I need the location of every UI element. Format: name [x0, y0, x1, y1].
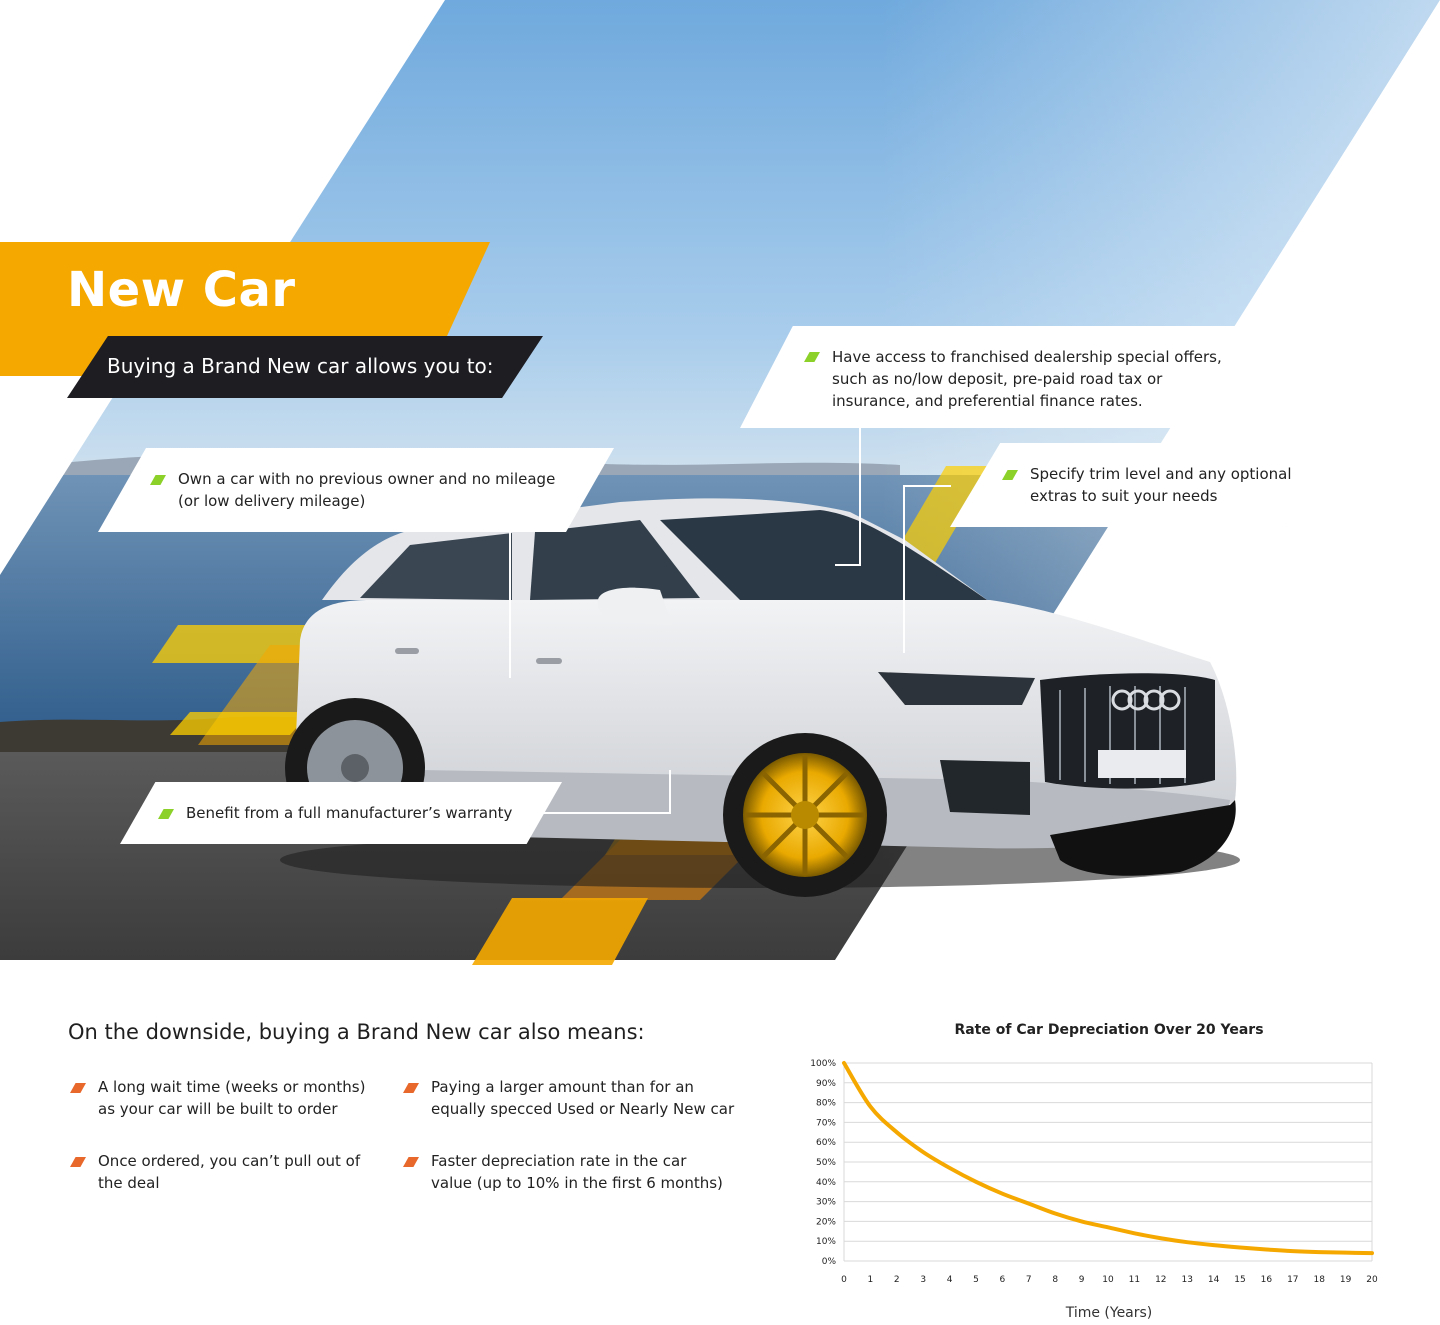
y-tick-label: 30% [816, 1198, 836, 1208]
y-tick-label: 80% [816, 1099, 836, 1109]
orange-bullet-icon [403, 1083, 419, 1093]
y-tick-label: 0% [822, 1257, 837, 1267]
hero-section: New Car Buying a Brand New car allows yo… [0, 0, 1440, 965]
x-tick-label: 2 [894, 1275, 900, 1285]
benefit-text: Have access to franchised dealership spe… [832, 348, 1222, 410]
chart-title: Rate of Car Depreciation Over 20 Years [954, 1022, 1264, 1038]
connector-line [509, 530, 511, 678]
downside-item: Faster depreciation rate in the car valu… [431, 1152, 723, 1192]
x-tick-label: 9 [1079, 1275, 1085, 1285]
connector-line [835, 428, 861, 566]
x-tick-label: 14 [1208, 1275, 1220, 1285]
x-tick-label: 16 [1261, 1275, 1273, 1285]
y-tick-label: 50% [816, 1158, 836, 1168]
downside-item: A long wait time (weeks or months) as yo… [98, 1078, 366, 1118]
connector-line [903, 485, 951, 653]
x-tick-label: 20 [1366, 1275, 1378, 1285]
benefit-text: Own a car with no previous owner and no … [178, 470, 556, 510]
downside-item: Once ordered, you can’t pull out of the … [98, 1152, 361, 1192]
y-tick-label: 40% [816, 1178, 836, 1188]
page-subtitle: Buying a Brand New car allows you to: [107, 354, 494, 378]
y-tick-label: 10% [816, 1237, 836, 1247]
orange-bullet-icon [403, 1157, 419, 1167]
benefit-text: Benefit from a full manufacturer’s warra… [186, 804, 513, 822]
downside-item: Paying a larger amount than for an equal… [431, 1078, 735, 1118]
downside-heading: On the downside, buying a Brand New car … [68, 1020, 645, 1044]
x-tick-label: 13 [1181, 1275, 1192, 1285]
x-tick-label: 10 [1102, 1275, 1114, 1285]
y-tick-label: 20% [816, 1217, 836, 1227]
benefit-text: Specify trim level and any optional extr… [1030, 465, 1292, 505]
x-tick-label: 15 [1234, 1275, 1245, 1285]
x-tick-label: 1 [868, 1275, 874, 1285]
x-tick-label: 19 [1340, 1275, 1352, 1285]
depreciation-series-line [842, 1061, 1374, 1256]
x-tick-label: 8 [1052, 1275, 1058, 1285]
y-tick-label: 60% [816, 1138, 836, 1148]
page-title: New Car [67, 262, 296, 318]
x-tick-label: 7 [1026, 1275, 1032, 1285]
x-tick-label: 4 [947, 1275, 953, 1285]
orange-bullet-icon [70, 1157, 86, 1167]
x-tick-label: 0 [841, 1275, 847, 1285]
x-tick-label: 11 [1129, 1275, 1140, 1285]
x-tick-label: 3 [920, 1275, 926, 1285]
x-tick-label: 18 [1313, 1275, 1325, 1285]
x-tick-label: 17 [1287, 1275, 1298, 1285]
x-tick-label: 5 [973, 1275, 979, 1285]
x-tick-label: 6 [1000, 1275, 1006, 1285]
y-tick-label: 70% [816, 1118, 836, 1128]
x-tick-label: 12 [1155, 1275, 1166, 1285]
y-tick-label: 90% [816, 1079, 836, 1089]
y-tick-label: 100% [810, 1059, 836, 1069]
depreciation-chart: 0%10%20%30%40%50%60%70%80%90%100%0 1 2 3 4 5 6… [810, 1059, 1378, 1285]
connector-line [540, 770, 671, 814]
x-axis-label: Time (Years) [1065, 1305, 1153, 1321]
orange-bullet-icon [70, 1083, 86, 1093]
